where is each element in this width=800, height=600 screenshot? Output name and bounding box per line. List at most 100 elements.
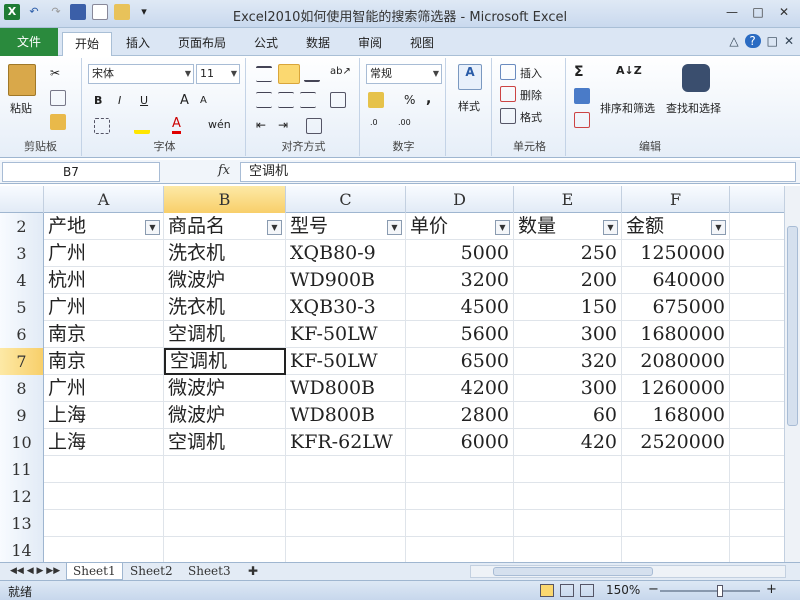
table-cell[interactable]: 洗衣机: [164, 294, 286, 321]
table-cell[interactable]: [164, 483, 286, 510]
row-header[interactable]: 11: [0, 456, 44, 483]
table-cell[interactable]: [514, 510, 622, 537]
table-cell[interactable]: [514, 456, 622, 483]
row-header[interactable]: 5: [0, 294, 44, 321]
table-cell[interactable]: WD800B: [286, 402, 406, 429]
filter-dropdown-icon[interactable]: ▼: [387, 220, 402, 235]
table-cell[interactable]: [622, 483, 730, 510]
table-cell[interactable]: 2080000: [622, 348, 730, 375]
table-cell[interactable]: [44, 456, 164, 483]
row-header[interactable]: 2: [0, 213, 44, 240]
table-cell[interactable]: [514, 537, 622, 563]
fill-icon[interactable]: [574, 88, 590, 104]
tab-page-layout[interactable]: 页面布局: [166, 32, 238, 56]
table-cell[interactable]: 广州: [44, 240, 164, 267]
phonetic-icon[interactable]: wén: [208, 118, 231, 131]
align-bottom-icon[interactable]: [304, 66, 320, 82]
table-cell[interactable]: [164, 537, 286, 563]
sheet-tab-2[interactable]: Sheet2: [124, 563, 179, 580]
filter-dropdown-icon[interactable]: ▼: [495, 220, 510, 235]
borders-icon[interactable]: [94, 118, 110, 134]
number-format-dropdown[interactable]: 常规 ▼: [366, 64, 442, 84]
cut-icon[interactable]: ✂: [50, 66, 66, 82]
column-header-e[interactable]: E: [514, 186, 622, 213]
sort-filter-button[interactable]: 排序和筛选: [600, 100, 655, 116]
help-icon[interactable]: ?: [744, 34, 761, 48]
font-name-dropdown[interactable]: 宋体 ▼: [88, 64, 194, 84]
table-cell[interactable]: 5600: [406, 321, 514, 348]
zoom-out-button[interactable]: −: [648, 582, 659, 597]
table-cell[interactable]: [286, 510, 406, 537]
table-cell[interactable]: 南京: [44, 321, 164, 348]
currency-icon[interactable]: [368, 92, 384, 108]
table-cell[interactable]: 420: [514, 429, 622, 456]
format-painter-icon[interactable]: [50, 114, 66, 130]
zoom-slider[interactable]: [660, 585, 760, 597]
vertical-scrollbar[interactable]: [784, 186, 800, 562]
page-layout-view-icon[interactable]: [560, 584, 574, 597]
header-cell[interactable]: 单价 ▼: [406, 213, 514, 240]
comma-button[interactable]: ,: [426, 91, 431, 107]
table-cell[interactable]: 1260000: [622, 375, 730, 402]
table-cell[interactable]: 微波炉: [164, 267, 286, 294]
table-cell[interactable]: 200: [514, 267, 622, 294]
table-cell[interactable]: KF-50LW: [286, 348, 406, 375]
table-cell[interactable]: [406, 537, 514, 563]
table-cell[interactable]: 675000: [622, 294, 730, 321]
paste-icon[interactable]: [8, 64, 36, 96]
table-cell[interactable]: 微波炉: [164, 402, 286, 429]
table-cell[interactable]: [406, 510, 514, 537]
header-cell[interactable]: 数量 ▼: [514, 213, 622, 240]
row-header[interactable]: 9: [0, 402, 44, 429]
column-header-a[interactable]: A: [44, 186, 164, 213]
table-cell[interactable]: 4200: [406, 375, 514, 402]
row-header[interactable]: 4: [0, 267, 44, 294]
maximize-button[interactable]: □: [746, 4, 770, 22]
table-cell[interactable]: 250: [514, 240, 622, 267]
filter-dropdown-icon[interactable]: ▼: [603, 220, 618, 235]
filter-dropdown-icon[interactable]: ▼: [145, 220, 160, 235]
sort-filter-icon[interactable]: A↓Z: [616, 64, 642, 92]
filter-dropdown-icon[interactable]: ▼: [267, 220, 282, 235]
column-header-c[interactable]: C: [286, 186, 406, 213]
table-cell[interactable]: 5000: [406, 240, 514, 267]
table-cell[interactable]: 320: [514, 348, 622, 375]
percent-button[interactable]: %: [404, 93, 415, 107]
restore-workbook-icon[interactable]: □: [767, 34, 778, 48]
sheet-nav-icon[interactable]: ◀◀ ◀ ▶ ▶▶: [4, 563, 66, 580]
sheet-tab-1[interactable]: Sheet1: [66, 563, 123, 580]
format-cells-icon[interactable]: [500, 108, 516, 124]
increase-indent-icon[interactable]: ⇥: [278, 118, 294, 134]
name-box[interactable]: B7: [2, 162, 160, 182]
insert-function-button[interactable]: fx: [218, 163, 230, 178]
sheet-tab-3[interactable]: Sheet3: [182, 563, 237, 580]
tab-home[interactable]: 开始: [62, 32, 113, 56]
table-cell[interactable]: WD900B: [286, 267, 406, 294]
table-cell[interactable]: 2520000: [622, 429, 730, 456]
zoom-in-button[interactable]: +: [766, 582, 777, 597]
tab-file[interactable]: 文件: [0, 28, 58, 56]
row-header[interactable]: 8: [0, 375, 44, 402]
table-cell[interactable]: 300: [514, 321, 622, 348]
increase-decimal-icon[interactable]: .0: [370, 118, 386, 134]
table-cell[interactable]: 上海: [44, 402, 164, 429]
table-cell[interactable]: 640000: [622, 267, 730, 294]
tab-view[interactable]: 视图: [398, 32, 446, 56]
align-center-icon[interactable]: [278, 92, 294, 108]
table-cell[interactable]: 南京: [44, 348, 164, 375]
table-cell[interactable]: [286, 456, 406, 483]
table-cell[interactable]: XQB30-3: [286, 294, 406, 321]
table-cell[interactable]: KFR-62LW: [286, 429, 406, 456]
minimize-button[interactable]: —: [720, 4, 744, 22]
formula-input[interactable]: 空调机: [240, 162, 796, 182]
align-middle-icon[interactable]: [278, 64, 300, 84]
row-header[interactable]: 3: [0, 240, 44, 267]
table-cell[interactable]: [286, 537, 406, 563]
table-cell[interactable]: 微波炉: [164, 375, 286, 402]
align-left-icon[interactable]: [256, 92, 272, 108]
page-break-view-icon[interactable]: [580, 584, 594, 597]
table-cell[interactable]: KF-50LW: [286, 321, 406, 348]
zoom-slider-knob[interactable]: [717, 585, 723, 597]
table-cell[interactable]: 上海: [44, 429, 164, 456]
close-workbook-icon[interactable]: ✕: [784, 34, 794, 48]
